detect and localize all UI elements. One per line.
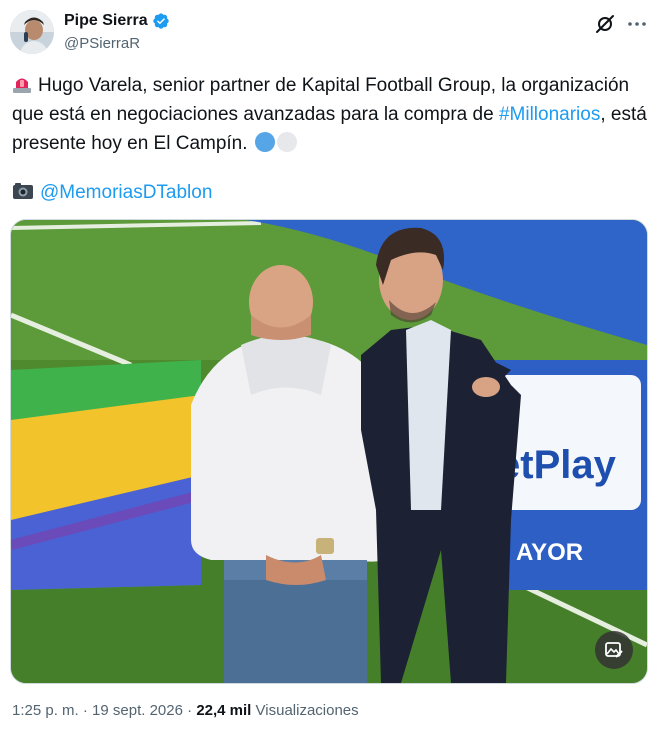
profile-photo-icon (10, 10, 54, 54)
hashtag-link[interactable]: #Millonarios (499, 104, 600, 125)
tweet-photo[interactable]: etPlay AYOR (10, 219, 648, 684)
verified-badge-icon (152, 13, 169, 29)
tweet-text: Hugo Varela, senior partner de Kapital F… (12, 71, 652, 158)
views-label: Visualizaciones (255, 702, 359, 719)
camera-emoji-icon (13, 183, 33, 199)
tweet-header: Pipe Sierra @PSierraR (10, 10, 657, 56)
tweet-time[interactable]: 1:25 p. m. (12, 702, 79, 719)
credit-mention-link[interactable]: @MemoriasDTablon (40, 182, 212, 203)
board-text-2: AYOR (516, 539, 583, 566)
image-edit-icon (605, 642, 623, 658)
meta-separator-2: · (187, 702, 193, 719)
photo-credit: @MemoriasDTablon (12, 178, 212, 207)
white-circle-emoji-icon (276, 132, 297, 152)
views-count[interactable]: 22,4 mil (196, 702, 251, 719)
tweet-meta: 1:25 p. m. · 19 sept. 2026 · 22,4 mil Vi… (12, 702, 359, 719)
tweet-date[interactable]: 19 sept. 2026 (92, 702, 183, 719)
blue-circle-emoji-icon (254, 132, 275, 152)
stadium-photo: etPlay AYOR (11, 220, 647, 683)
meta-separator: · (82, 702, 88, 719)
grok-icon[interactable] (593, 12, 617, 36)
rotating-light-emoji-icon (13, 78, 31, 93)
author-name[interactable]: Pipe Sierra (64, 12, 148, 30)
more-options-icon[interactable] (625, 12, 649, 36)
author-handle[interactable]: @PSierraR (64, 35, 140, 52)
image-description-button[interactable] (595, 631, 633, 669)
avatar[interactable] (10, 10, 54, 54)
